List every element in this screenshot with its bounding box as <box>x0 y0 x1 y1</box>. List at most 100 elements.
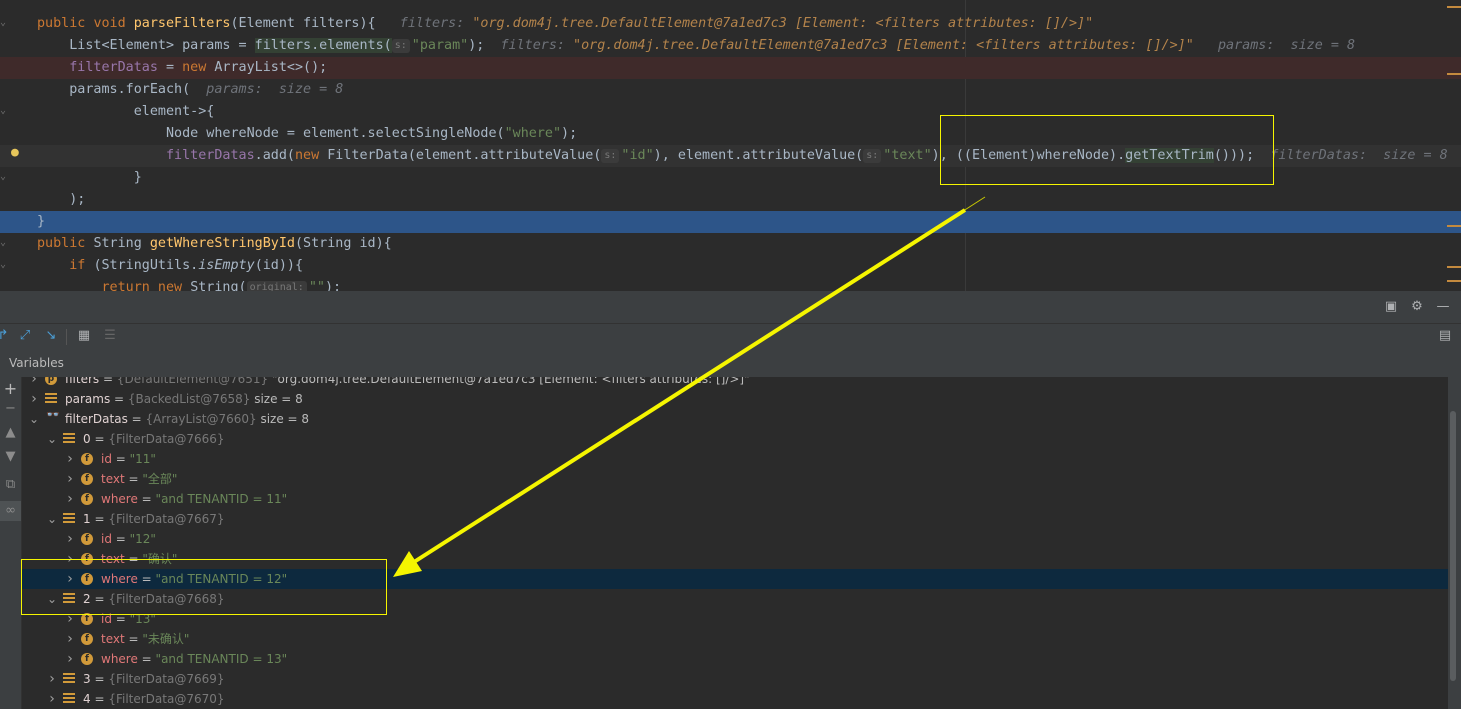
variable-row[interactable]: › f text = "未确认" <box>22 629 1448 649</box>
expand-arrow-icon[interactable]: › <box>28 389 40 409</box>
code-token: filters.elements( <box>254 38 392 53</box>
expand-arrow-icon[interactable]: › <box>46 689 58 709</box>
add-watch-icon[interactable]: + <box>0 379 21 399</box>
error-stripe-mark[interactable] <box>1447 266 1461 268</box>
variable-name: where <box>101 652 138 666</box>
inline-debug-value: params: size = 8 <box>1193 38 1356 53</box>
fold-marker-icon[interactable]: ⌄ <box>0 259 8 270</box>
equals-sign: = <box>110 392 128 406</box>
variable-row[interactable]: › f id = "11" <box>22 449 1448 469</box>
variables-tree[interactable]: › p filters = {DefaultElement@7651} "org.d… <box>22 377 1448 709</box>
layout-options-icon[interactable]: ▤ <box>1436 327 1454 345</box>
variable-row[interactable]: ⌄ 0 = {FilterData@7666} <box>22 429 1448 449</box>
step-out-icon[interactable]: ↱ <box>0 327 12 345</box>
expand-arrow-icon[interactable]: › <box>64 489 76 509</box>
expand-arrow-icon[interactable]: › <box>64 609 76 629</box>
variable-row[interactable]: › f where = "and TENANTID = 12" <box>22 569 1448 589</box>
move-up-icon[interactable]: ▲ <box>0 423 21 443</box>
expand-arrow-icon[interactable]: › <box>64 529 76 549</box>
variable-row[interactable]: › f id = "12" <box>22 529 1448 549</box>
error-stripe-mark[interactable] <box>1447 280 1461 282</box>
expand-arrow-icon[interactable]: › <box>64 569 76 589</box>
equals-sign: = <box>124 552 143 566</box>
minimize-icon[interactable]: — <box>1434 298 1452 316</box>
code-line[interactable]: params.forEach( params: size = 8 <box>0 79 1461 101</box>
trace-icon[interactable]: ☰ <box>101 327 119 345</box>
variable-row[interactable]: › f where = "and TENANTID = 11" <box>22 489 1448 509</box>
remove-watch-icon[interactable]: − <box>0 399 21 419</box>
lightbulb-icon[interactable]: ● <box>11 145 25 161</box>
variable-row[interactable]: › f id = "13" <box>22 609 1448 629</box>
collapse-arrow-icon[interactable]: ⌄ <box>46 589 58 609</box>
collapse-arrow-icon[interactable]: ⌄ <box>28 409 40 429</box>
variable-row[interactable]: › 3 = {FilterData@7669} <box>22 669 1448 689</box>
restore-layout-icon[interactable]: ▣ <box>1382 298 1400 316</box>
variable-row[interactable]: › params = {BackedList@7658} size = 8 <box>22 389 1448 409</box>
code-line[interactable]: public String getWhereStringById(String … <box>0 233 1461 255</box>
expand-arrow-icon[interactable]: › <box>46 669 58 689</box>
code-line[interactable]: if (StringUtils.isEmpty(id)){ <box>0 255 1461 277</box>
code-token: Node whereNode = element.selectSingleNod… <box>37 126 505 141</box>
code-text: filterDatas = new ArrayList<>(); <box>37 57 327 79</box>
variable-row[interactable]: › 4 = {FilterData@7670} <box>22 689 1448 709</box>
equals-sign: = <box>124 632 143 646</box>
fold-marker-icon[interactable]: ⌄ <box>0 105 8 116</box>
code-line[interactable]: element->{ <box>0 101 1461 123</box>
variable-value: size = 8 <box>260 412 310 426</box>
field-icon: f <box>81 453 93 465</box>
code-line[interactable]: Node whereNode = element.selectSingleNod… <box>0 123 1461 145</box>
expand-arrow-icon[interactable]: › <box>64 449 76 469</box>
field-icon: f <box>81 533 93 545</box>
code-token: "text" <box>883 148 932 163</box>
variable-value: size = 8 <box>254 392 303 406</box>
error-stripe-mark[interactable] <box>1447 73 1461 75</box>
drop-frame-icon[interactable]: ⤢ <box>16 327 34 345</box>
variable-row[interactable]: › f where = "and TENANTID = 13" <box>22 649 1448 669</box>
collapse-arrow-icon[interactable]: ⌄ <box>46 429 58 449</box>
run-to-cursor-icon[interactable]: ↘ <box>42 327 60 345</box>
variable-row[interactable]: ⌄ 2 = {FilterData@7668} <box>22 589 1448 609</box>
variables-scrollbar[interactable] <box>1448 377 1461 709</box>
expand-arrow-icon[interactable]: › <box>64 549 76 569</box>
fold-marker-icon[interactable]: ⌄ <box>0 171 8 182</box>
code-token: "id" <box>621 148 654 163</box>
code-line[interactable]: } <box>0 211 1461 233</box>
variable-row[interactable]: › f text = "确认" <box>22 549 1448 569</box>
expand-arrow-icon[interactable]: › <box>64 649 76 669</box>
code-token: getTextTrim <box>1125 148 1214 163</box>
parameter-hint: s: <box>391 39 410 53</box>
fold-marker-icon[interactable]: ⌄ <box>0 17 8 28</box>
fold-marker-icon[interactable]: ⌄ <box>0 237 8 248</box>
gear-icon[interactable]: ⚙ <box>1408 298 1426 316</box>
move-down-icon[interactable]: ▼ <box>0 447 21 467</box>
code-line[interactable]: } <box>0 167 1461 189</box>
code-line[interactable]: filterDatas = new ArrayList<>(); <box>0 57 1461 79</box>
variable-row[interactable]: ⌄ 1 = {FilterData@7667} <box>22 509 1448 529</box>
code-line[interactable]: return new String(original: ""); <box>0 277 1461 291</box>
variable-text: id = "11" <box>101 449 156 469</box>
toolbar-separator <box>66 329 67 345</box>
error-stripe-mark[interactable] <box>1447 225 1461 227</box>
expand-arrow-icon[interactable]: › <box>64 469 76 489</box>
error-stripe-mark[interactable] <box>1447 6 1461 8</box>
variable-row[interactable]: › f text = "全部" <box>22 469 1448 489</box>
expand-arrow-icon[interactable]: › <box>28 377 40 389</box>
code-line[interactable]: List<Element> params = filters.elements(… <box>0 35 1461 57</box>
evaluate-icon[interactable]: ▦ <box>75 327 93 345</box>
expand-arrow-icon[interactable]: › <box>64 629 76 649</box>
collapse-arrow-icon[interactable]: ⌄ <box>46 509 58 529</box>
glasses-icon[interactable]: ∞ <box>0 501 21 521</box>
variable-name: where <box>101 572 138 586</box>
equals-sign: = <box>137 652 156 666</box>
debug-topbar: ▣ ⚙ — <box>0 291 1461 324</box>
variable-row[interactable]: › p filters = {DefaultElement@7651} "org.d… <box>22 377 1448 389</box>
inline-debug-value: filters: <box>375 16 473 31</box>
copy-icon[interactable]: ⧉ <box>0 475 21 495</box>
code-editor[interactable]: public void parseFilters(Element filters… <box>0 0 1461 291</box>
variable-row[interactable]: ⌄ 👓 filterDatas = {ArrayList@7660} size = … <box>22 409 1448 429</box>
scroll-thumb[interactable] <box>1450 411 1456 681</box>
code-line[interactable]: ); <box>0 189 1461 211</box>
code-line[interactable]: public void parseFilters(Element filters… <box>0 13 1461 35</box>
code-line[interactable]: filterDatas.add(new FilterData(element.a… <box>0 145 1461 167</box>
variable-name: id <box>101 612 112 626</box>
